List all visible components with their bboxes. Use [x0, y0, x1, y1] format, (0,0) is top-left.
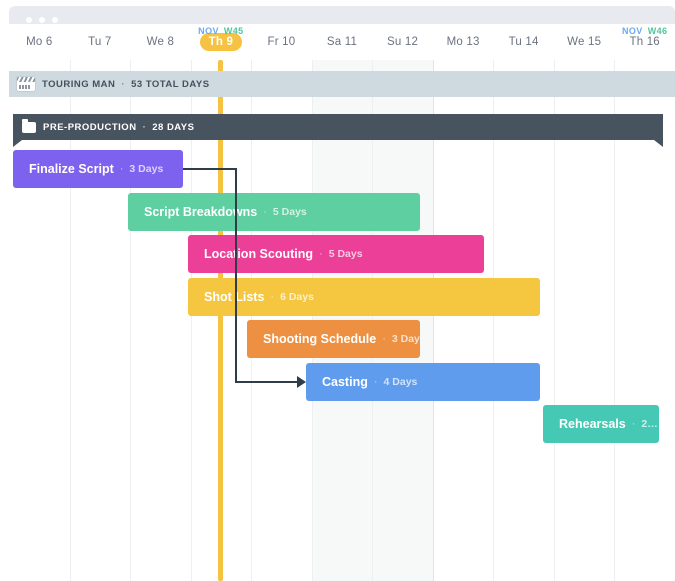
task-duration: 2… [641, 418, 658, 430]
task-separator: · [270, 291, 275, 303]
phase-bar[interactable]: PRE-PRODUCTION · 28 DAYS [13, 114, 663, 140]
task-duration: 5 Days [272, 206, 307, 218]
folder-icon [22, 118, 36, 133]
window-titlebar [9, 6, 675, 24]
task-bar-shot-lists[interactable]: Shot Lists · 6 Days [188, 278, 540, 316]
phase-row[interactable]: PRE-PRODUCTION · 28 DAYS [13, 114, 663, 147]
task-bar-casting[interactable]: Casting · 4 Days [306, 363, 540, 401]
phase-name: PRE-PRODUCTION [43, 121, 137, 133]
task-bar-rehearsals[interactable]: Rehearsals · 2… [543, 405, 659, 443]
dependency-arrow-icon [297, 376, 306, 388]
month-label: NOV [622, 26, 643, 36]
month-week-label: NOV W46 [614, 26, 675, 36]
task-duration: 5 Days [328, 248, 363, 260]
minimize-dot-icon[interactable] [39, 17, 45, 23]
task-separator: · [119, 163, 124, 175]
task-separator: · [631, 418, 636, 430]
day-header-su-12[interactable]: Su 12 [372, 24, 433, 60]
dependency-link-segment [235, 381, 297, 383]
day-header-we-8[interactable]: We 8 [130, 24, 191, 60]
phase-tail-left-icon [13, 140, 22, 147]
day-header-tu-7[interactable]: Tu 7 [70, 24, 131, 60]
task-duration: 3 Days [129, 163, 164, 175]
task-bar-script-breakdowns[interactable]: Script Breakdowns · 5 Days [128, 193, 420, 231]
traffic-light-dots [26, 17, 58, 23]
task-separator: · [263, 206, 267, 218]
clapperboard-icon [17, 77, 35, 91]
gantt-chart-window: Mo 6 Tu 7 We 8 Th 9 Fr 10 Sa 11 Su 12 Mo 13 Tu 1… [0, 0, 675, 581]
task-separator: · [382, 333, 386, 345]
project-name: TOURING MAN [42, 78, 116, 90]
day-header-sa-11[interactable]: Sa 11 [312, 24, 373, 60]
project-summary-row[interactable]: TOURING MAN · 53 TOTAL DAYS [9, 71, 675, 97]
task-bar-location-scouting[interactable]: Location Scouting · 5 Days [188, 235, 484, 273]
task-name: Rehearsals [559, 417, 626, 431]
timeline-date-ruler: Mo 6 Tu 7 We 8 Th 9 Fr 10 Sa 11 Su 12 Mo 13 Tu 1… [9, 24, 675, 60]
month-label: NOV [198, 26, 219, 36]
task-bar-finalize-script[interactable]: Finalize Script · 3 Days [13, 150, 183, 188]
task-name: Location Scouting [204, 247, 314, 261]
phase-duration: 28 DAYS [152, 121, 195, 133]
task-duration: 6 Days [280, 291, 314, 303]
task-separator: · [319, 248, 323, 260]
task-name: Shooting Schedule [263, 332, 377, 346]
project-duration: 53 TOTAL DAYS [131, 78, 210, 90]
month-week-label: NOV W45 [191, 26, 252, 36]
task-duration: 4 Days [383, 376, 418, 388]
phase-separator: · [142, 121, 147, 133]
task-name: Casting [322, 375, 368, 389]
day-header-fr-10[interactable]: Fr 10 [251, 24, 312, 60]
phase-tail-right-icon [654, 140, 663, 147]
week-number-label: W45 [223, 26, 244, 36]
day-header-we-15[interactable]: We 15 [554, 24, 615, 60]
dependency-link-segment [235, 168, 237, 382]
task-bar-shooting-schedule[interactable]: Shooting Schedule · 3 Days [247, 320, 420, 358]
close-dot-icon[interactable] [26, 17, 32, 23]
week-number-label: W46 [647, 26, 668, 36]
task-duration: 3 Days [391, 333, 420, 345]
task-name: Script Breakdowns [144, 205, 258, 219]
project-separator: · [121, 78, 126, 90]
dependency-link-segment [183, 168, 237, 170]
maximize-dot-icon[interactable] [52, 17, 58, 23]
task-name: Finalize Script [29, 162, 114, 176]
day-header-mo-6[interactable]: Mo 6 [9, 24, 70, 60]
day-header-mo-13[interactable]: Mo 13 [433, 24, 494, 60]
task-separator: · [373, 376, 378, 388]
day-header-tu-14[interactable]: Tu 14 [493, 24, 554, 60]
